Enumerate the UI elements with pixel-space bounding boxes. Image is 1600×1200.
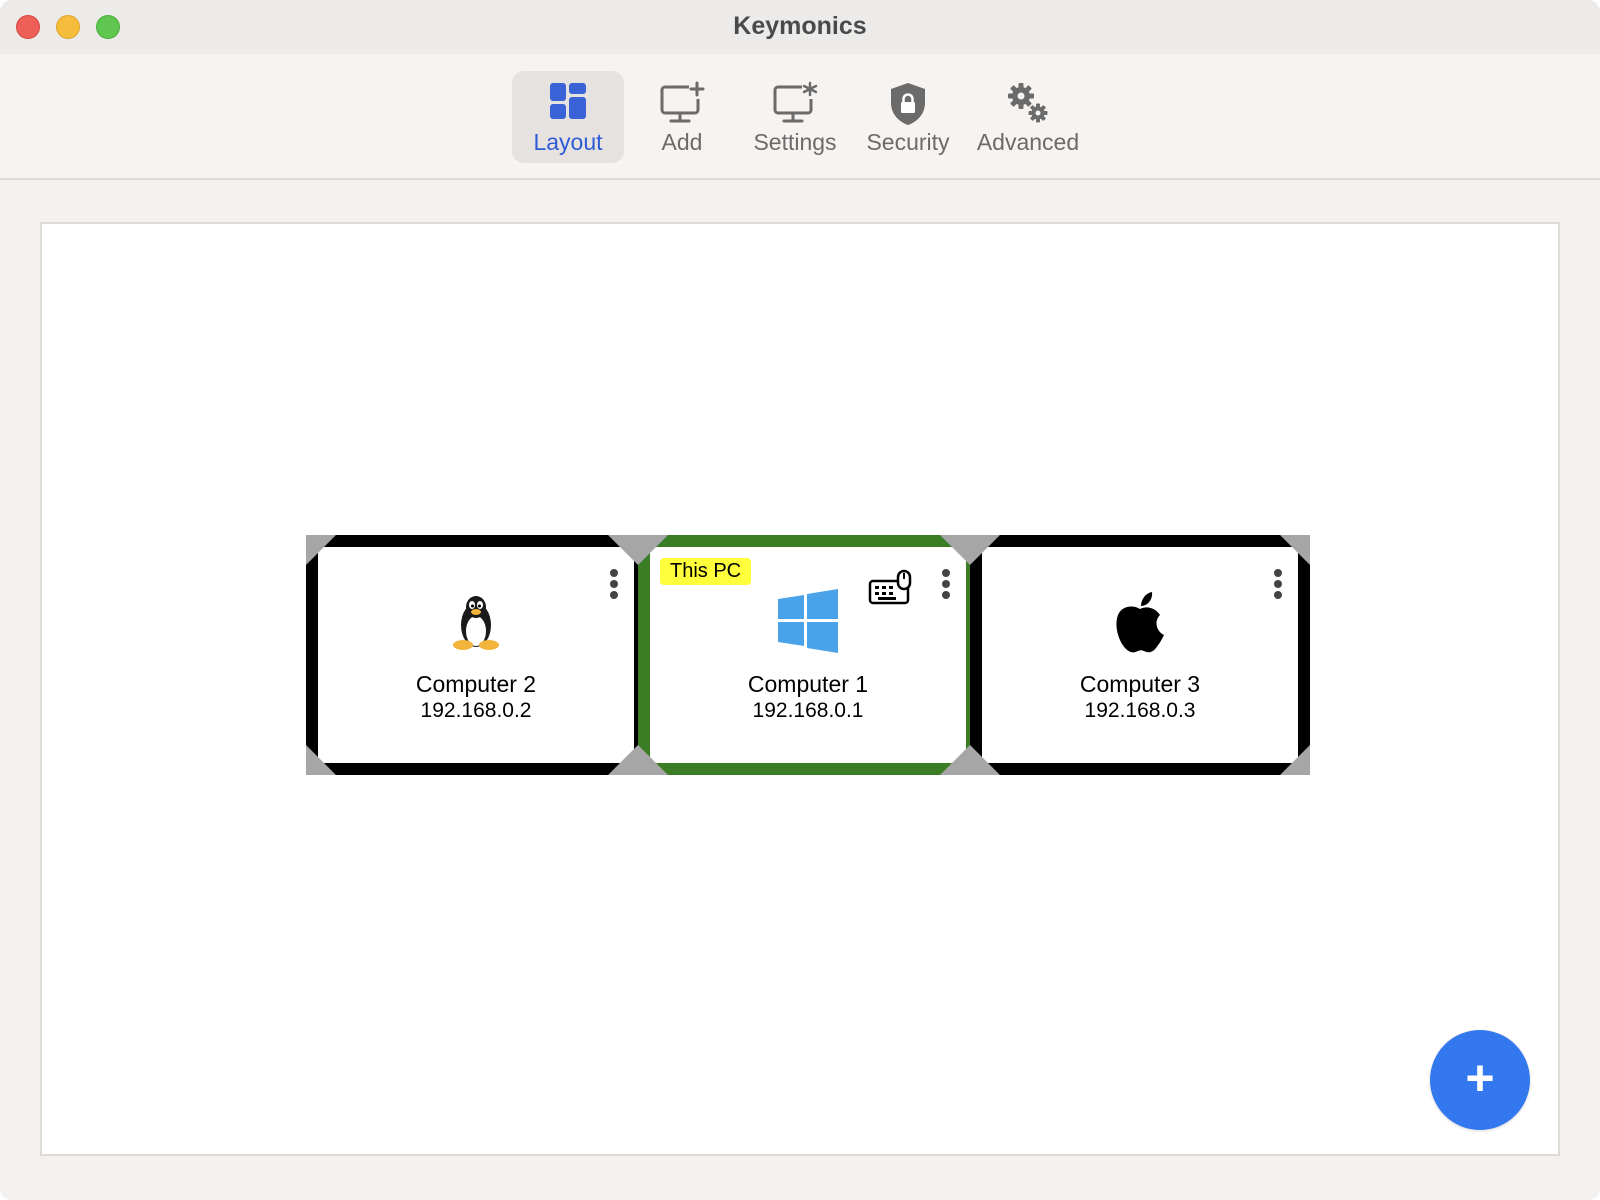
tab-advanced-label: Advanced xyxy=(976,129,1080,155)
tab-layout[interactable]: Layout xyxy=(512,71,624,163)
tab-layout-label: Layout xyxy=(533,129,603,155)
tab-add-label: Add xyxy=(661,129,703,155)
toolbar: Layout Add Settings Security Advanced xyxy=(0,54,1600,180)
gears-icon xyxy=(964,81,1092,127)
plus-icon: + xyxy=(1465,1050,1495,1106)
window-title: Keymonics xyxy=(733,12,867,40)
app-window: Keymonics Layout Add Settings Security A… xyxy=(0,0,1600,1200)
add-computer-button[interactable]: + xyxy=(1430,1030,1530,1130)
tab-security[interactable]: Security xyxy=(856,71,960,163)
title-bar: Keymonics xyxy=(0,0,1600,54)
tab-advanced[interactable]: Advanced xyxy=(964,71,1092,163)
layout-canvas: Computer 2 192.168.0.2 This PC Computer … xyxy=(40,222,1560,1156)
tile-junction-handles xyxy=(306,535,1310,775)
tab-settings[interactable]: Settings xyxy=(738,71,852,163)
tab-settings-label: Settings xyxy=(753,129,837,155)
tab-add[interactable]: Add xyxy=(628,71,736,163)
tab-security-label: Security xyxy=(866,129,950,155)
monitor-settings-icon xyxy=(738,81,852,127)
layout-icon xyxy=(512,81,624,127)
shield-lock-icon xyxy=(856,81,960,127)
add-monitor-icon xyxy=(628,81,736,127)
